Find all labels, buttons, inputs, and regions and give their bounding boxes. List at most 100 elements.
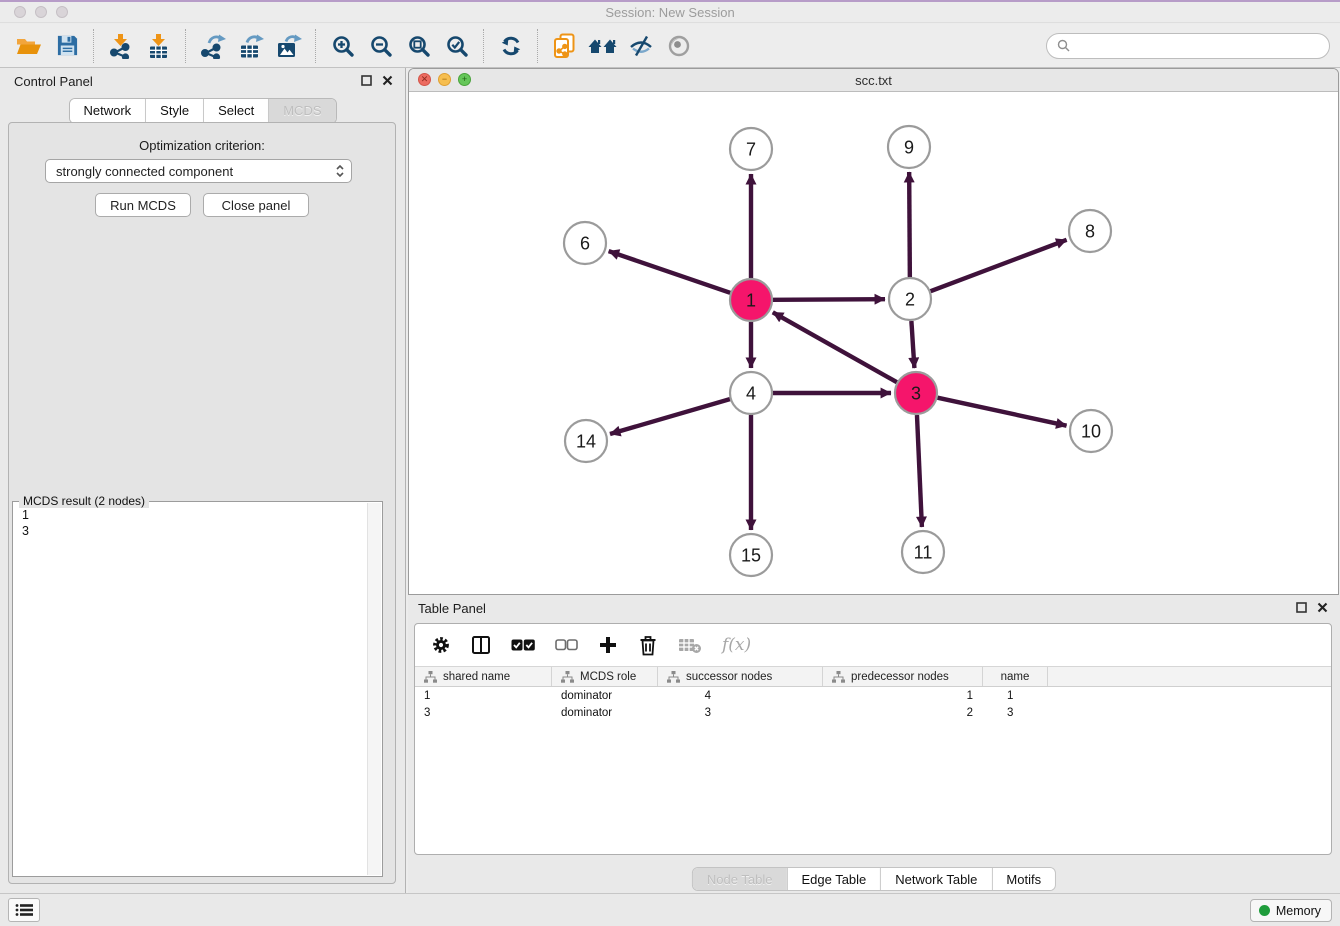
graph-edge-4-14[interactable] [610,399,730,434]
close-window-icon[interactable] [14,6,26,18]
refresh-button[interactable] [492,29,530,63]
table-row[interactable]: 3dominator323 [415,704,1331,721]
deselect-all-icon[interactable] [555,639,578,651]
network-graph[interactable]: 7 9 6 8 1 2 4 3 14 10 15 11 [410,92,1339,595]
network-close-icon[interactable]: ✕ [418,73,431,86]
tab-node-table[interactable]: Node Table [693,868,787,890]
clone-network-button[interactable] [546,29,584,63]
save-session-button[interactable] [48,29,86,63]
graph-node-label: 7 [746,139,756,159]
optimization-criterion-label: Optimization criterion: [9,138,395,153]
column-header-shared[interactable]: shared name [415,667,552,686]
tab-network[interactable]: Network [69,99,145,123]
show-graphics-details-button[interactable] [660,29,698,63]
graph-edge-2-8[interactable] [931,240,1067,291]
graph-node-4[interactable]: 4 [730,372,772,414]
float-panel-icon[interactable] [1296,602,1307,613]
column-header-predecessor[interactable]: predecessor nodes [823,667,983,686]
add-column-icon[interactable] [598,635,618,655]
graph-node-15[interactable]: 15 [730,534,772,576]
status-bar: Memory [0,893,1340,926]
import-table-button[interactable] [140,29,178,63]
graph-node-10[interactable]: 10 [1070,410,1112,452]
graph-edge-1-2[interactable] [773,299,885,300]
select-all-icon[interactable] [511,638,535,652]
graph-edge-3-1[interactable] [773,312,897,382]
table-toolbar: f(x) [415,624,1331,666]
open-folder-icon [16,34,42,58]
tab-network-table[interactable]: Network Table [880,868,991,890]
export-table-button[interactable] [232,29,270,63]
tab-edge-table[interactable]: Edge Table [786,868,880,890]
main-toolbar [0,24,1340,68]
tab-style[interactable]: Style [145,99,203,123]
column-header-role[interactable]: MCDS role [552,667,658,686]
network-minimize-icon[interactable]: − [438,73,451,86]
graph-node-2[interactable]: 2 [889,278,931,320]
graph-node-11[interactable]: 11 [902,531,944,573]
graph-node-9[interactable]: 9 [888,126,930,168]
control-panel-tabs: NetworkStyleSelectMCDS [68,98,336,124]
search-field[interactable] [1046,33,1330,59]
close-panel-icon[interactable] [1317,602,1328,613]
graph-node-8[interactable]: 8 [1069,210,1111,252]
graph-edge-1-6[interactable] [609,251,731,293]
table-row[interactable]: 1dominator411 [415,687,1331,704]
zoom-fit-icon [407,34,431,58]
cell-successor: 4 [658,687,823,704]
tab-motifs[interactable]: Motifs [991,868,1055,890]
maximize-window-icon[interactable] [56,6,68,18]
network-canvas[interactable]: 7 9 6 8 1 2 4 3 14 10 15 11 [410,92,1337,594]
network-window-titlebar: ✕ − + scc.txt [409,69,1338,92]
tab-select[interactable]: Select [203,99,268,123]
graph-node-7[interactable]: 7 [730,128,772,170]
column-header-name[interactable]: name [983,667,1048,686]
window-controls [14,6,68,18]
control-panel: Control Panel NetworkStyleSelectMCDS Opt… [0,68,406,895]
export-network-button[interactable] [194,29,232,63]
result-scrollbar[interactable] [367,503,381,875]
cell-shared: 3 [415,704,552,721]
graph-node-3[interactable]: 3 [895,372,937,414]
column-header-successor[interactable]: successor nodes [658,667,823,686]
graph-edge-3-10[interactable] [937,398,1066,426]
close-panel-button[interactable]: Close panel [203,193,309,217]
zoom-fit-button[interactable] [400,29,438,63]
graph-edge-2-3[interactable] [911,321,914,368]
zoom-selected-button[interactable] [438,29,476,63]
table-settings-icon[interactable] [431,635,451,655]
criterion-dropdown[interactable]: strongly connected component [45,159,352,183]
graph-edge-2-9[interactable] [909,172,910,277]
tab-mcds[interactable]: MCDS [268,99,335,123]
graph-node-6[interactable]: 6 [564,222,606,264]
criterion-value: strongly connected component [56,164,335,179]
task-history-button[interactable] [8,898,40,922]
delete-column-icon[interactable] [638,634,658,656]
column-header-label: successor nodes [686,671,772,683]
graph-node-label: 1 [746,290,756,310]
graph-edge-3-11[interactable] [917,415,922,527]
close-panel-icon[interactable] [382,75,393,86]
network-overview-button[interactable] [584,29,622,63]
graph-node-label: 9 [904,137,914,157]
zoom-out-button[interactable] [362,29,400,63]
toolbar-separator [315,29,317,63]
search-input[interactable] [1076,37,1319,54]
graph-node-14[interactable]: 14 [565,420,607,462]
zoom-in-icon [331,34,355,58]
memory-button[interactable]: Memory [1250,899,1332,922]
split-table-icon[interactable] [471,635,491,655]
network-maximize-icon[interactable]: + [458,73,471,86]
open-session-button[interactable] [10,29,48,63]
delete-table-icon [678,636,702,654]
minimize-window-icon[interactable] [35,6,47,18]
cell-shared: 1 [415,687,552,704]
export-image-button[interactable] [270,29,308,63]
graph-node-label: 15 [741,545,761,565]
run-mcds-button[interactable]: Run MCDS [95,193,191,217]
import-network-button[interactable] [102,29,140,63]
graph-node-1[interactable]: 1 [730,279,772,321]
float-panel-icon[interactable] [361,75,372,86]
hide-graphics-details-button[interactable] [622,29,660,63]
zoom-in-button[interactable] [324,29,362,63]
